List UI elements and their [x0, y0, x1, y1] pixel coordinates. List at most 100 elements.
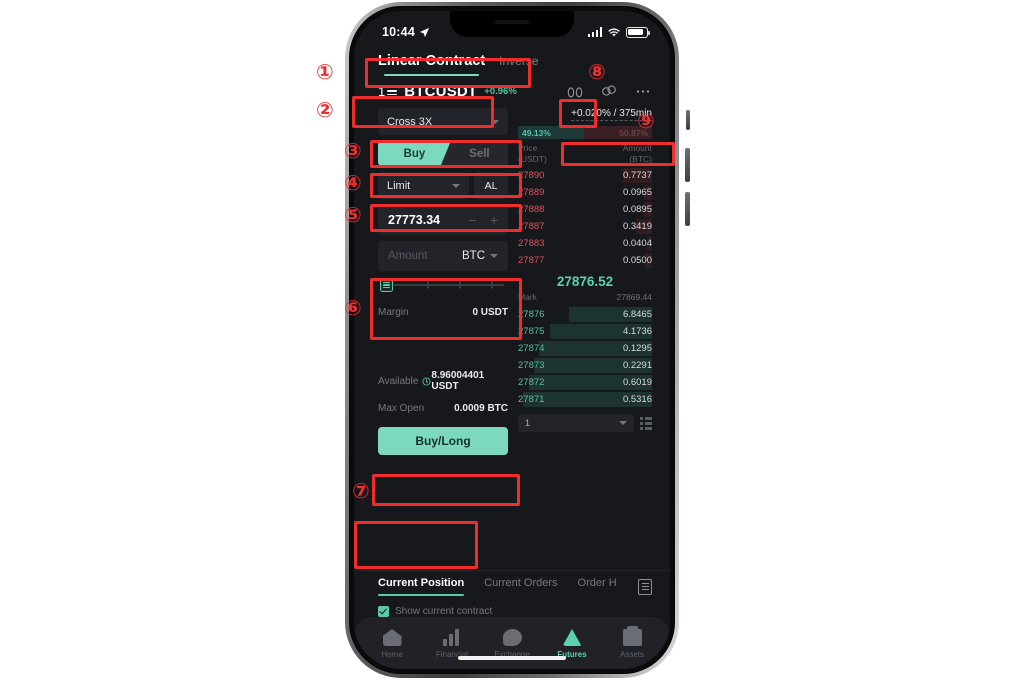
- amount-unit-select[interactable]: BTC: [462, 250, 498, 262]
- order-book-price: 27873: [518, 360, 545, 372]
- tab-current-orders[interactable]: Current Orders: [484, 577, 557, 596]
- price-increment-button[interactable]: +: [490, 212, 498, 228]
- order-type-select[interactable]: Limit: [378, 172, 469, 199]
- buy-depth-pct: 49.13%: [522, 127, 551, 138]
- margin-label: Margin: [378, 307, 409, 318]
- price-stepper[interactable]: − +: [469, 212, 498, 228]
- show-current-contract-row[interactable]: Show current contract: [354, 596, 670, 617]
- buy-long-button[interactable]: Buy/Long: [378, 427, 508, 455]
- tab-inverse[interactable]: Inverse: [499, 54, 538, 75]
- more-dots-icon[interactable]: [634, 82, 652, 100]
- chain-link-icon[interactable]: [600, 82, 618, 100]
- amount-input[interactable]: Amount BTC: [378, 241, 508, 271]
- available-label-group: Available: [378, 376, 431, 387]
- order-book-row[interactable]: 27876 6.8465: [518, 306, 652, 323]
- home-icon: [382, 629, 402, 646]
- wifi-icon: [608, 28, 620, 37]
- order-book: +0.020% / 375min 49.13% 50.87% Price (US…: [514, 104, 670, 566]
- layout-grid-icon[interactable]: [640, 416, 652, 430]
- phone-body: 10:44 Linear Contract Inverse 1 BTCUSDT …: [349, 6, 675, 674]
- status-indicators: [587, 26, 651, 38]
- slider-handle[interactable]: [380, 278, 393, 292]
- tab-current-position[interactable]: Current Position: [378, 577, 465, 596]
- ask-rows: 27890 0.7737 27889 0.0965 27888 0.0895 27887 0.…: [518, 167, 652, 269]
- order-type-value: Limit: [387, 179, 411, 192]
- sell-tab[interactable]: Sell: [451, 141, 508, 166]
- mute-switch: [686, 110, 690, 130]
- order-book-row[interactable]: 27890 0.7737: [518, 167, 652, 184]
- price-input[interactable]: 27773.34 − +: [378, 205, 508, 235]
- order-book-row[interactable]: 27883 0.0404: [518, 235, 652, 252]
- order-book-row[interactable]: 27888 0.0895: [518, 201, 652, 218]
- annotation-marker-3: ③: [344, 139, 362, 163]
- order-form: Cross 3X Buy Sell Limit AL 27773.34 − + …: [354, 104, 514, 566]
- contract-list-icon[interactable]: 1: [378, 84, 398, 99]
- bottom-navigation: Home Financial Exchange Futures Assets: [354, 617, 670, 669]
- funding-row[interactable]: +0.020% / 375min: [518, 108, 652, 121]
- annotation-marker-2: ②: [316, 98, 334, 122]
- grouping-value: 1: [525, 418, 531, 429]
- phone-notch: [450, 11, 574, 37]
- al-button[interactable]: AL: [474, 172, 508, 199]
- wallet-icon: [622, 626, 642, 646]
- nav-label: Assets: [619, 650, 644, 659]
- max-open-row: Max Open 0.0009 BTC: [378, 403, 508, 414]
- bid-rows: 27876 6.8465 27875 4.1736 27874 0.1295 27873 0.…: [518, 306, 652, 408]
- price-decrement-button[interactable]: −: [469, 212, 477, 228]
- buy-tab[interactable]: Buy: [378, 141, 451, 166]
- max-open-value: 0.0009 BTC: [454, 403, 508, 414]
- refresh-circle-icon[interactable]: [422, 376, 431, 386]
- nav-item-home[interactable]: Home: [364, 629, 420, 665]
- list-lines-icon: [387, 86, 398, 96]
- tab-order-history[interactable]: Order H: [578, 577, 617, 596]
- buy-sell-toggle[interactable]: Buy Sell: [378, 141, 508, 166]
- location-arrow-icon: [419, 27, 430, 37]
- futures-icon: [562, 629, 582, 646]
- order-book-price: 27872: [518, 377, 545, 389]
- pair-header: 1 BTCUSDT +0.96%: [354, 76, 670, 104]
- order-book-row[interactable]: 27871 0.5316: [518, 391, 652, 408]
- order-book-row[interactable]: 27875 4.1736: [518, 323, 652, 340]
- margin-mode-value: Cross 3X: [387, 115, 433, 128]
- slider-tick: [427, 281, 429, 289]
- order-book-row[interactable]: 27889 0.0965: [518, 184, 652, 201]
- pair-selector[interactable]: 1 BTCUSDT +0.96%: [378, 83, 517, 100]
- grouping-select[interactable]: 1: [518, 414, 634, 433]
- col-price-label: Price: [518, 143, 538, 153]
- order-book-row[interactable]: 27877 0.0500: [518, 252, 652, 269]
- order-book-amount: 0.1295: [622, 343, 652, 355]
- binoculars-icon[interactable]: [566, 82, 584, 100]
- show-current-contract-checkbox[interactable]: [378, 606, 389, 617]
- max-open-label: Max Open: [378, 403, 425, 414]
- order-book-row[interactable]: 27874 0.1295: [518, 340, 652, 357]
- contract-type-tabs: Linear Contract Inverse: [354, 45, 670, 76]
- volume-up-button: [685, 148, 690, 182]
- amount-slider[interactable]: [378, 274, 508, 296]
- chevron-down-icon: [490, 254, 498, 258]
- amount-placeholder: Amount: [388, 250, 428, 262]
- order-book-price: 27887: [518, 221, 545, 233]
- order-book-amount: 0.7737: [622, 170, 652, 182]
- home-indicator: [458, 656, 566, 660]
- annotation-marker-4: ④: [344, 171, 362, 195]
- order-book-row[interactable]: 27873 0.2291: [518, 357, 652, 374]
- slider-tick: [459, 281, 461, 289]
- chevron-down-icon: [619, 421, 627, 426]
- order-book-row[interactable]: 27887 0.3419: [518, 218, 652, 235]
- order-book-price: 27890: [518, 170, 545, 182]
- nav-item-assets[interactable]: Assets: [604, 626, 660, 665]
- mark-value: 27869.44: [616, 292, 652, 303]
- order-type-row: Limit AL: [378, 172, 508, 199]
- margin-mode-select[interactable]: Cross 3X: [378, 108, 508, 135]
- tab-linear-contract[interactable]: Linear Contract: [378, 53, 485, 76]
- earpiece-speaker: [495, 20, 529, 24]
- document-icon[interactable]: [638, 578, 652, 595]
- order-book-amount: 0.5316: [622, 394, 652, 406]
- order-book-row[interactable]: 27872 0.6019: [518, 374, 652, 391]
- price-value: 27773.34: [388, 213, 441, 227]
- chevron-down-icon: [452, 183, 460, 188]
- status-time-group: 10:44: [382, 25, 430, 39]
- slider-tick: [491, 281, 493, 289]
- depth-ratio-bar: 49.13% 50.87%: [518, 126, 652, 139]
- order-book-amount: 0.0895: [622, 204, 652, 216]
